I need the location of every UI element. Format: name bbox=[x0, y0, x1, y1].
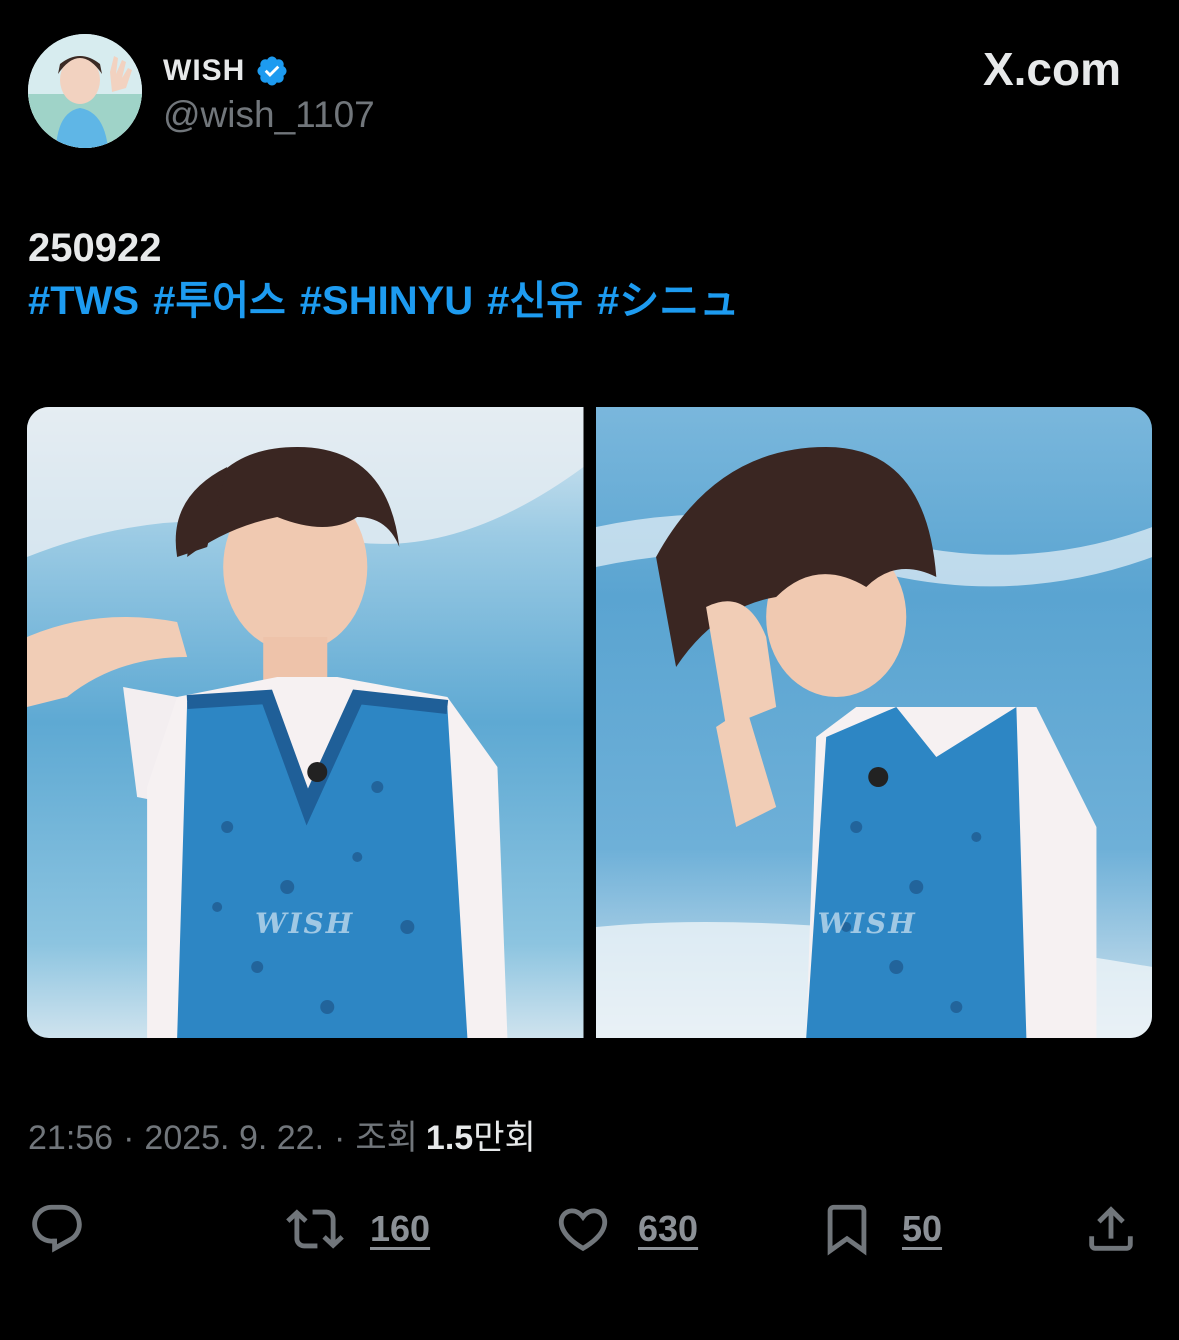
hashtag-link[interactable]: #SHINYU bbox=[300, 279, 473, 323]
action-bar: 160 630 50 bbox=[0, 1196, 1179, 1266]
retweet-icon bbox=[286, 1209, 344, 1249]
watermark: WISH bbox=[817, 907, 917, 940]
hashtag-link[interactable]: #신유 bbox=[487, 279, 583, 323]
separator: · bbox=[123, 1119, 135, 1157]
bookmark-icon bbox=[827, 1204, 867, 1256]
reply-icon bbox=[32, 1204, 82, 1253]
tweet-time[interactable]: 21:56 bbox=[28, 1119, 113, 1158]
display-name-text: WISH bbox=[163, 54, 246, 87]
like-icon bbox=[558, 1208, 608, 1252]
hashtag-link[interactable]: #シニュ bbox=[597, 279, 739, 323]
hashtag-list: #TWS #투어스 #SHINYU #신유 #シニュ bbox=[28, 275, 753, 328]
tweet-meta: 21:56 · 2025. 9. 22. · 조회 1.5 만회 bbox=[28, 1110, 536, 1159]
tweet-screenshot: WISH @wish_1107 X.com 250922 #TWS #투어스 #SH… bbox=[0, 0, 1179, 1340]
tweet-date[interactable]: 2025. 9. 22. bbox=[144, 1119, 324, 1158]
separator: · bbox=[334, 1119, 346, 1157]
views-count: 1.5 bbox=[425, 1119, 474, 1157]
like-button[interactable]: 630 bbox=[554, 1196, 698, 1262]
photo-1[interactable]: WISH bbox=[27, 407, 584, 1038]
tweet-body-text: 250922 bbox=[28, 226, 162, 270]
views-unit: 만회 bbox=[473, 1119, 536, 1157]
bookmark-button[interactable]: 50 bbox=[818, 1196, 942, 1262]
share-icon bbox=[1089, 1206, 1133, 1251]
media-grid: WISH WISH bbox=[27, 407, 1152, 1038]
retweet-button[interactable]: 160 bbox=[286, 1196, 430, 1262]
like-count[interactable]: 630 bbox=[638, 1208, 698, 1250]
reply-button[interactable] bbox=[28, 1196, 86, 1262]
views-label: 조회 bbox=[355, 1119, 418, 1157]
tweet-text: 250922 #TWS #투어스 #SHINYU #신유 #シニュ bbox=[28, 222, 753, 328]
bookmark-count[interactable]: 50 bbox=[902, 1208, 942, 1250]
brand-logo: X.com bbox=[982, 43, 1121, 95]
avatar[interactable] bbox=[28, 34, 142, 148]
handle[interactable]: @wish_1107 bbox=[163, 94, 375, 136]
retweet-count[interactable]: 160 bbox=[370, 1208, 430, 1250]
watermark: WISH bbox=[255, 907, 355, 940]
verified-badge-icon bbox=[257, 56, 287, 86]
hashtag-link[interactable]: #TWS bbox=[28, 279, 139, 323]
share-button[interactable] bbox=[1082, 1196, 1140, 1262]
hashtag-link[interactable]: #투어스 bbox=[153, 279, 286, 323]
display-name[interactable]: WISH bbox=[163, 54, 289, 88]
photo-2[interactable]: WISH bbox=[595, 407, 1152, 1038]
